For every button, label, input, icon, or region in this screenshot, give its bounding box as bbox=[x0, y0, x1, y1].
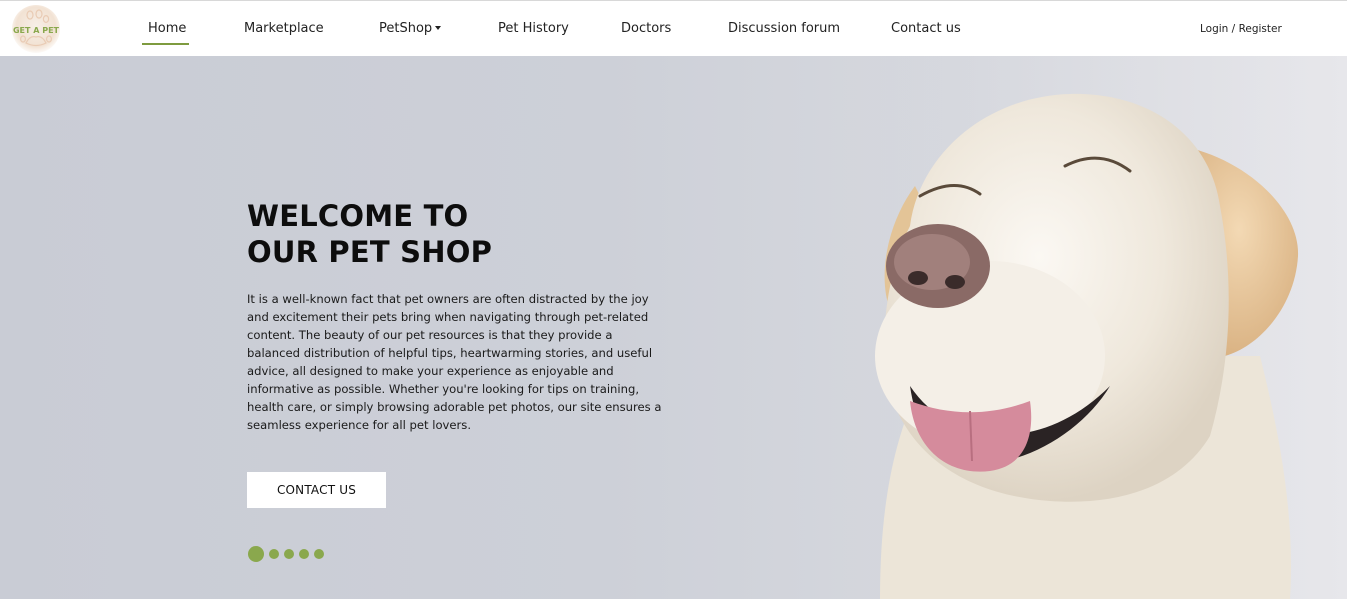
contact-us-button[interactable]: CONTACT US bbox=[247, 472, 386, 508]
caret-down-icon bbox=[435, 26, 442, 30]
nav-discussion-forum[interactable]: Discussion forum bbox=[728, 20, 840, 38]
site-logo[interactable]: GET A PET bbox=[12, 5, 60, 53]
auth-links: Login / Register bbox=[1200, 21, 1282, 37]
carousel-dot-4[interactable] bbox=[299, 549, 309, 559]
nav-petshop-label: PetShop bbox=[379, 21, 433, 36]
carousel-dot-3[interactable] bbox=[284, 549, 294, 559]
hero-description: It is a well-known fact that pet owners … bbox=[247, 292, 662, 432]
login-link[interactable]: Login bbox=[1200, 23, 1228, 35]
top-navbar: GET A PET Home Marketplace PetShop Pet H… bbox=[0, 0, 1347, 56]
register-link[interactable]: Register bbox=[1239, 23, 1282, 35]
dog-photo bbox=[840, 56, 1347, 599]
carousel-dot-2[interactable] bbox=[269, 549, 279, 559]
nav-marketplace[interactable]: Marketplace bbox=[244, 20, 324, 38]
carousel-dot-1[interactable] bbox=[248, 546, 264, 562]
carousel-dot-5[interactable] bbox=[314, 549, 324, 559]
hero-title-line-1: WELCOME TO bbox=[247, 199, 469, 233]
nav-doctors[interactable]: Doctors bbox=[621, 20, 671, 38]
hero-title: WELCOME TO OUR PET SHOP bbox=[247, 198, 667, 270]
nav-active-indicator bbox=[142, 43, 189, 45]
logo-text: GET A PET bbox=[12, 26, 60, 35]
auth-separator: / bbox=[1231, 23, 1236, 35]
nav-contact-us[interactable]: Contact us bbox=[891, 20, 961, 38]
hero-banner: WELCOME TO OUR PET SHOP It is a well-kno… bbox=[0, 56, 1347, 599]
hero-title-line-2: OUR PET SHOP bbox=[247, 235, 493, 269]
nav-petshop-dropdown[interactable]: PetShop bbox=[379, 20, 442, 38]
nav-pet-history[interactable]: Pet History bbox=[498, 20, 569, 38]
nav-home[interactable]: Home bbox=[148, 20, 186, 38]
